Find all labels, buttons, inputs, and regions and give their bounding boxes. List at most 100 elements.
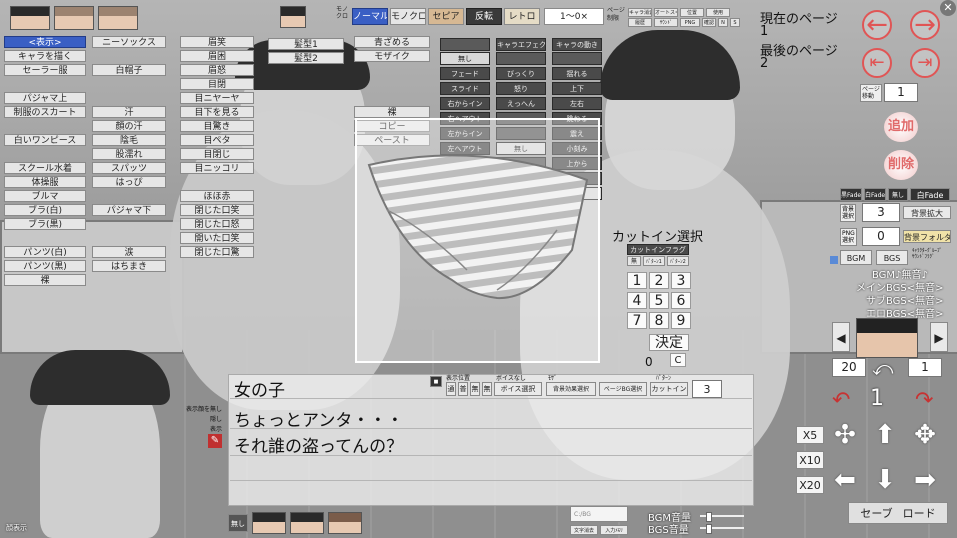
costume-left-item-15[interactable]: パンツ(白): [4, 246, 86, 258]
move-right-icon[interactable]: ➡: [908, 466, 942, 496]
effects-col2-item-1[interactable]: びっくり: [496, 67, 546, 80]
s-button[interactable]: S: [730, 18, 740, 27]
bgm-volume-slider[interactable]: [700, 512, 744, 522]
mode-retro-button[interactable]: レトロ: [504, 8, 540, 25]
costume-left-item-2[interactable]: セーラー服: [4, 64, 86, 76]
bg-folder-button[interactable]: 背景フォルダ: [903, 230, 951, 243]
costume-right-item-9[interactable]: スパッツ: [92, 162, 166, 174]
toolbar-btn-2[interactable]: 普: [458, 382, 468, 396]
move-left-icon[interactable]: ⬅: [828, 466, 862, 496]
red-flag-icon[interactable]: ✎: [208, 434, 222, 448]
cutin-key-4[interactable]: 4: [627, 292, 647, 309]
png-select-input[interactable]: 0: [862, 227, 900, 246]
confirm-button[interactable]: 確認: [702, 18, 716, 27]
cutin-flag-pattern2[interactable]: ﾊﾟﾀｰﾝ2: [667, 256, 689, 266]
toolbar-btn-4[interactable]: 無: [482, 382, 492, 396]
effects-col2-item-0[interactable]: [496, 52, 546, 65]
lock-icon[interactable]: ■: [430, 376, 442, 387]
cutin-key-5[interactable]: 5: [649, 292, 669, 309]
expand-icon[interactable]: ✥: [908, 421, 942, 451]
character-thumb-3[interactable]: [98, 6, 138, 30]
face-thumb-1[interactable]: [252, 512, 286, 534]
cutin-value[interactable]: 3: [692, 380, 722, 398]
image-op-item-0[interactable]: 青ざめる: [354, 36, 430, 48]
load-button[interactable]: ロード: [903, 507, 936, 520]
costume-right-item-8[interactable]: 股濡れ: [92, 148, 166, 160]
cutin-key-3[interactable]: 3: [671, 272, 691, 289]
cutin-decide-key[interactable]: 決定: [649, 334, 689, 351]
cutin-clear-key[interactable]: C: [670, 353, 686, 367]
fade-white-button[interactable]: 白Fade: [864, 188, 886, 201]
costume-left-item-11[interactable]: ブルマ: [4, 190, 86, 202]
char-left-value[interactable]: 20: [832, 358, 866, 377]
costume-left-item-10[interactable]: 体操服: [4, 176, 86, 188]
expression-item-15[interactable]: 閉じた口驚: [180, 246, 254, 258]
top-small-button-4[interactable]: 使用: [706, 8, 730, 17]
last-page-icon[interactable]: ⇥: [910, 48, 940, 78]
sound-button[interactable]: ｻｳﾝﾄﾞ: [654, 18, 678, 27]
expression-item-5[interactable]: 目下を見る: [180, 106, 254, 118]
expression-item-9[interactable]: 目ニッコリ: [180, 162, 254, 174]
close-icon[interactable]: ✕: [940, 0, 956, 16]
expression-item-1[interactable]: 眉困: [180, 50, 254, 62]
bgm-button[interactable]: BGM: [840, 250, 872, 265]
voice-select-button[interactable]: ボイス選択: [494, 382, 542, 396]
dialog-line-2[interactable]: それ誰の盗ってんの？: [234, 432, 403, 457]
top-small-button-1[interactable]: キャラ消去: [628, 8, 652, 17]
page-jump-input[interactable]: 1: [884, 83, 918, 102]
bgs-button[interactable]: BGS: [876, 250, 908, 265]
char-prev-icon[interactable]: ◀: [832, 322, 850, 352]
top-small-button-2[interactable]: オートスキップ: [654, 8, 678, 17]
bg-effect-button[interactable]: 背景効果選択: [546, 382, 596, 396]
costume-right-item-15[interactable]: 涙: [92, 246, 166, 258]
delete-page-button[interactable]: 削除: [884, 150, 918, 180]
effects-col1-item-1[interactable]: フェード: [440, 67, 490, 80]
char-next-icon[interactable]: ▶: [930, 322, 948, 352]
costume-right-item-7[interactable]: 陰毛: [92, 134, 166, 146]
cutin-key-7[interactable]: 7: [627, 312, 647, 329]
rotate-left-icon[interactable]: ↶: [832, 388, 850, 413]
cutin-key-8[interactable]: 8: [649, 312, 669, 329]
expression-item-0[interactable]: 眉笑: [180, 36, 254, 48]
effects-col3-item-3[interactable]: 左右: [552, 97, 602, 110]
costume-left-item-17[interactable]: 裸: [4, 274, 86, 286]
top-small-button-3[interactable]: 位置: [680, 8, 704, 17]
move-x20-button[interactable]: X20: [796, 476, 824, 494]
cutin-flag-none[interactable]: 無: [627, 256, 641, 266]
costume-left-item-12[interactable]: ブラ(白): [4, 204, 86, 216]
next-page-icon[interactable]: →: [910, 10, 940, 40]
expression-item-12[interactable]: 閉じた口笑: [180, 204, 254, 216]
input-memory-button[interactable]: 入力ﾒﾓﾘ: [600, 525, 628, 535]
character-thumb-2[interactable]: [54, 6, 94, 30]
effects-col1-item-3[interactable]: 右からイン: [440, 97, 490, 110]
expression-item-13[interactable]: 閉じた口怒: [180, 218, 254, 230]
toolbar-btn-1[interactable]: 通: [446, 382, 456, 396]
bg-select-input[interactable]: 3: [862, 203, 900, 222]
costume-left-item-1[interactable]: キャラを描く: [4, 50, 86, 62]
fade-white-2-button[interactable]: 白Fade: [910, 188, 950, 201]
mode-normal-button[interactable]: ノーマル: [352, 8, 388, 25]
fade-none-button[interactable]: 無し: [888, 188, 908, 201]
costume-right-item-6[interactable]: 顔の汗: [92, 120, 166, 132]
face-thumb-3[interactable]: [328, 512, 362, 534]
prev-page-icon[interactable]: ←: [862, 10, 892, 40]
expression-item-6[interactable]: 目驚き: [180, 120, 254, 132]
move-down-icon[interactable]: ⬇: [868, 466, 902, 496]
n-button[interactable]: N: [718, 18, 728, 27]
effects-col3-item-0[interactable]: [552, 52, 602, 65]
move-x5-button[interactable]: X5: [796, 426, 824, 444]
expression-item-11[interactable]: ほほ赤: [180, 190, 254, 202]
cutin-button[interactable]: カットイン: [650, 382, 688, 396]
mode-invert-button[interactable]: 反転: [466, 8, 502, 25]
cutin-key-6[interactable]: 6: [671, 292, 691, 309]
expression-item-7[interactable]: 目ペタ: [180, 134, 254, 146]
costume-right-item-0[interactable]: ニーソックス: [92, 36, 166, 48]
bg-path-input[interactable]: C:/BG: [570, 506, 628, 522]
expression-item-8[interactable]: 目閉じ: [180, 148, 254, 160]
hair-style-1-button[interactable]: 髪型1: [268, 38, 344, 50]
shrink-icon[interactable]: ✣: [828, 421, 862, 451]
character-thumb-active[interactable]: [280, 6, 306, 28]
hair-style-2-button[interactable]: 髪型2: [268, 52, 344, 64]
effects-col1-item-0[interactable]: 無し: [440, 52, 490, 65]
costume-left-item-16[interactable]: パンツ(黒): [4, 260, 86, 272]
